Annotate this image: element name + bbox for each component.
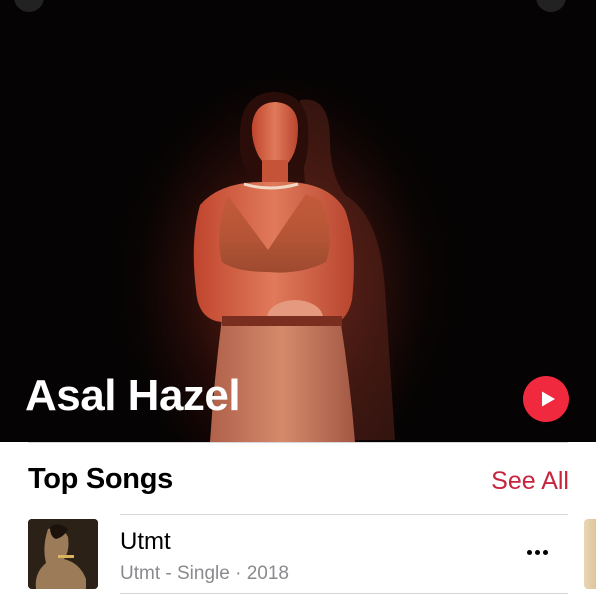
dot (526, 549, 532, 555)
section-title: Top Songs (28, 463, 173, 495)
section-divider (28, 442, 568, 443)
play-icon (541, 391, 555, 407)
divider (120, 514, 568, 515)
song-subtitle: Utmt - Single · 2018 (120, 563, 289, 584)
dot (534, 549, 540, 555)
divider (120, 593, 568, 594)
ellipsis-icon[interactable] (522, 542, 552, 562)
artist-name: Asal Hazel (25, 371, 241, 420)
next-album-artwork[interactable] (584, 519, 596, 589)
song-title: Utmt (120, 528, 171, 555)
song-row[interactable]: Utmt Utmt - Single · 2018 (28, 518, 576, 592)
see-all-link[interactable]: See All (491, 465, 569, 497)
play-button[interactable] (523, 376, 569, 422)
album-artwork (28, 519, 98, 589)
artist-hero: Asal Hazel (0, 0, 596, 442)
artist-page: Asal Hazel Top Songs See All Utmt Utmt -… (0, 0, 596, 596)
dot (542, 549, 548, 555)
